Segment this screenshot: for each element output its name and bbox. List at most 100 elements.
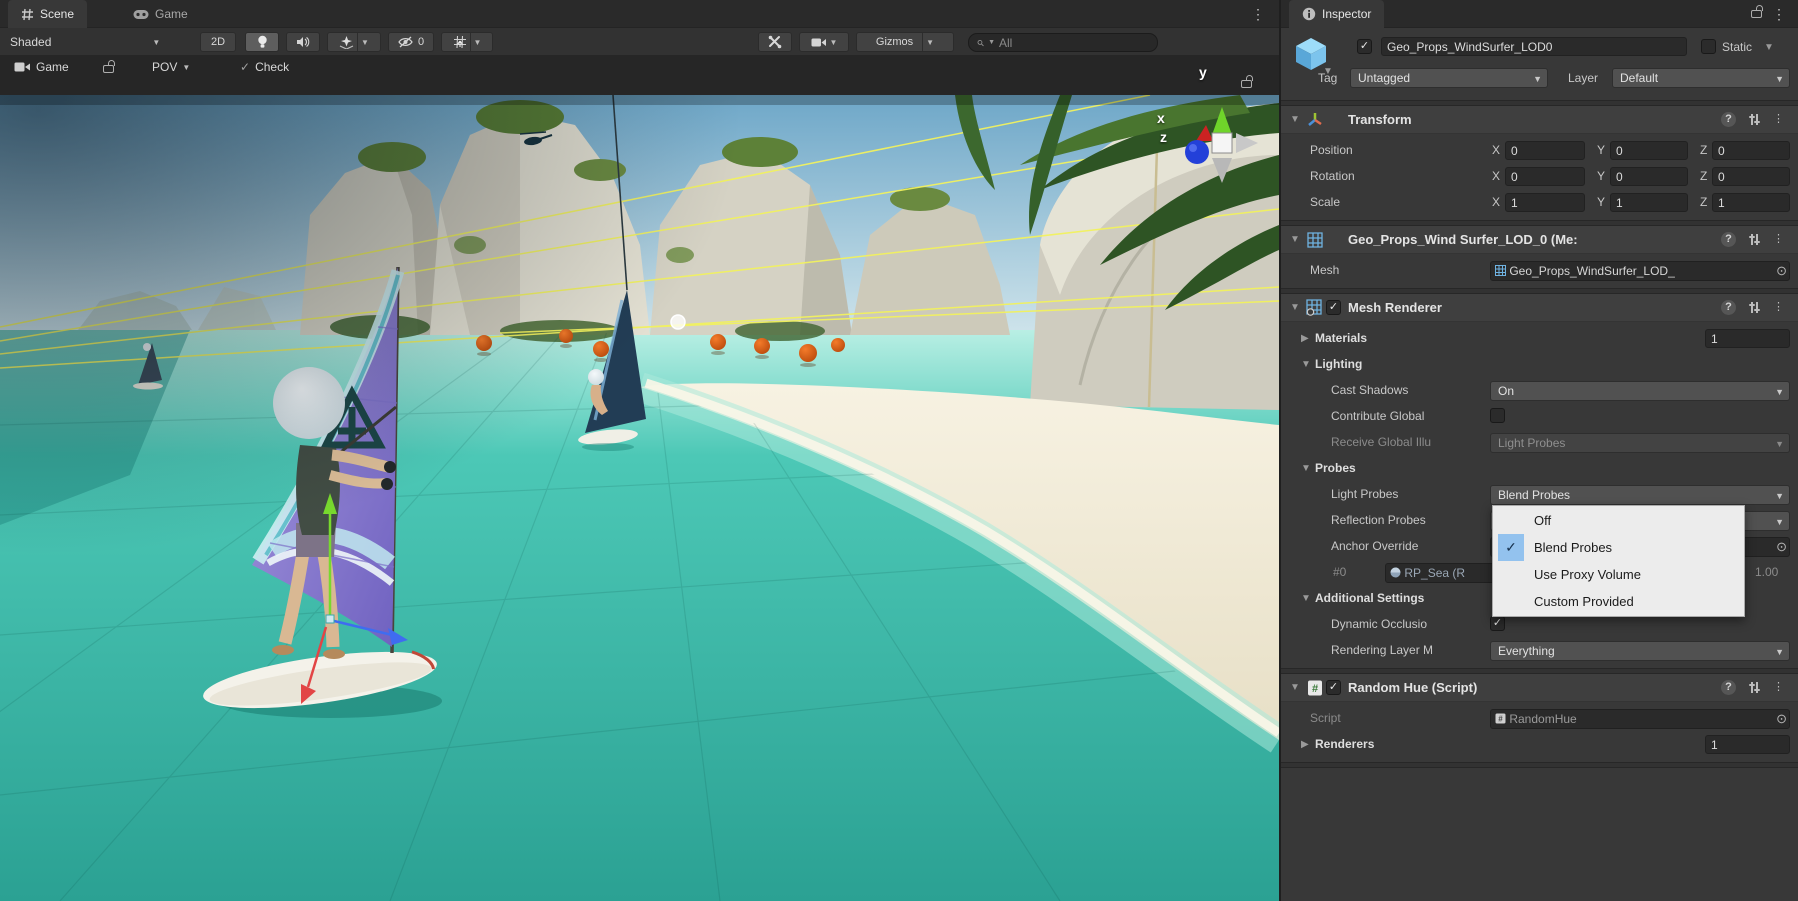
menu-item-off[interactable]: Off bbox=[1493, 507, 1744, 534]
foldout-icon[interactable]: ▼ bbox=[1290, 302, 1300, 313]
scene-search-field[interactable]: ▼ bbox=[968, 33, 1158, 52]
object-picker-icon[interactable]: ⊙ bbox=[1776, 538, 1787, 556]
cast-shadows-dropdown[interactable]: On ▼ bbox=[1490, 381, 1790, 401]
chevron-down-icon: ▼ bbox=[1775, 383, 1784, 401]
foldout-open-icon[interactable]: ▼ bbox=[1301, 359, 1311, 370]
static-checkbox[interactable] bbox=[1701, 39, 1716, 54]
light-probes-dropdown[interactable]: Blend Probes ▼ bbox=[1490, 485, 1790, 505]
gizmo-axis-y-label[interactable]: y bbox=[1199, 64, 1207, 80]
overlay-check-toggle[interactable]: ✓ Check bbox=[240, 57, 289, 77]
mesh-renderer-header[interactable]: ▼ ✓ Mesh Renderer ? ⋮ bbox=[1281, 294, 1798, 322]
object-picker-icon[interactable]: ⊙ bbox=[1776, 262, 1787, 280]
contribute-gi-checkbox[interactable] bbox=[1490, 408, 1505, 423]
mesh-renderer-enabled-checkbox[interactable]: ✓ bbox=[1326, 300, 1341, 315]
presets-icon[interactable] bbox=[1747, 112, 1762, 127]
hidden-objects-button[interactable]: 0 bbox=[388, 32, 434, 52]
chevron-down-icon: ▼ bbox=[926, 38, 934, 47]
editor-tools-button[interactable] bbox=[758, 32, 792, 52]
scene-effects-button[interactable]: ▼ bbox=[327, 32, 381, 52]
tab-inspector[interactable]: Inspector bbox=[1289, 0, 1384, 28]
component-menu-icon[interactable]: ⋮ bbox=[1771, 300, 1786, 315]
script-row: Script # RandomHue ⊙ bbox=[1281, 706, 1798, 732]
overlay-pov-dropdown[interactable]: POV ▼ bbox=[152, 57, 190, 77]
probes-foldout-row[interactable]: ▼ Probes bbox=[1281, 456, 1798, 482]
transform-header[interactable]: ▼ Transform ? ⋮ bbox=[1281, 106, 1798, 134]
chevron-down-icon: ▼ bbox=[1775, 70, 1784, 88]
mesh-object-field[interactable]: Geo_Props_WindSurfer_LOD_ ⊙ bbox=[1490, 261, 1790, 281]
scene-audio-button[interactable] bbox=[286, 32, 320, 52]
presets-icon[interactable] bbox=[1747, 680, 1762, 695]
tab-game[interactable]: Game bbox=[120, 0, 201, 28]
renderers-row[interactable]: ▶ Renderers bbox=[1281, 732, 1798, 758]
menu-item-label: Off bbox=[1534, 513, 1551, 528]
object-picker-icon[interactable]: ⊙ bbox=[1776, 710, 1787, 728]
foldout-closed-icon[interactable]: ▶ bbox=[1301, 739, 1309, 750]
rotation-y-field[interactable] bbox=[1610, 167, 1688, 186]
random-hue-header[interactable]: ▼ # ✓ Random Hue (Script) ? ⋮ bbox=[1281, 674, 1798, 702]
axis-z-label: Z bbox=[1700, 169, 1707, 183]
foldout-icon[interactable]: ▼ bbox=[1290, 682, 1300, 693]
rendering-layer-dropdown[interactable]: Everything ▼ bbox=[1490, 641, 1790, 661]
foldout-icon[interactable]: ▼ bbox=[1290, 234, 1300, 245]
help-icon[interactable]: ? bbox=[1721, 232, 1736, 247]
static-dropdown-arrow[interactable]: ▼ bbox=[1764, 42, 1774, 53]
scene-panel-menu-icon[interactable]: ⋮ bbox=[1251, 6, 1265, 23]
light-probes-value: Blend Probes bbox=[1498, 488, 1570, 502]
unlock-icon[interactable] bbox=[103, 65, 114, 73]
foldout-open-icon[interactable]: ▼ bbox=[1301, 593, 1311, 604]
gameobject-name-field[interactable] bbox=[1381, 37, 1687, 56]
gizmo-axis-z-label[interactable]: z bbox=[1160, 129, 1167, 145]
component-menu-icon[interactable]: ⋮ bbox=[1771, 112, 1786, 127]
camera-settings-button[interactable]: ▼ bbox=[799, 32, 849, 52]
help-icon[interactable]: ? bbox=[1721, 112, 1736, 127]
position-y-field[interactable] bbox=[1610, 141, 1688, 160]
scale-y-field[interactable] bbox=[1610, 193, 1688, 212]
scene-viewport[interactable] bbox=[0, 95, 1279, 901]
gizmo-axis-x-label[interactable]: x bbox=[1157, 110, 1165, 126]
component-menu-icon[interactable]: ⋮ bbox=[1771, 232, 1786, 247]
scale-x-field[interactable] bbox=[1505, 193, 1585, 212]
menu-item-use-proxy-volume[interactable]: Use Proxy Volume bbox=[1493, 561, 1744, 588]
rotation-z-field[interactable] bbox=[1712, 167, 1790, 186]
presets-icon[interactable] bbox=[1747, 232, 1762, 247]
inspector-unlock-icon[interactable] bbox=[1751, 10, 1762, 18]
rotation-x-field[interactable] bbox=[1505, 167, 1585, 186]
help-icon[interactable]: ? bbox=[1721, 300, 1736, 315]
foldout-icon[interactable]: ▼ bbox=[1290, 114, 1300, 125]
foldout-closed-icon[interactable]: ▶ bbox=[1301, 333, 1309, 344]
grid-snap-button[interactable]: ▼ bbox=[441, 32, 493, 52]
scene-search-input[interactable] bbox=[999, 36, 1149, 50]
menu-item-blend-probes[interactable]: ✓ Blend Probes bbox=[1493, 534, 1744, 561]
scale-z-field[interactable] bbox=[1712, 193, 1790, 212]
component-menu-icon[interactable]: ⋮ bbox=[1771, 680, 1786, 695]
materials-count-field[interactable] bbox=[1705, 329, 1790, 348]
dynamic-occlusion-checkbox[interactable]: ✓ bbox=[1490, 616, 1505, 631]
tag-dropdown[interactable]: Untagged ▼ bbox=[1350, 68, 1548, 88]
mesh-filter-header[interactable]: ▼ Geo_Props_Wind Surfer_LOD_0 (Me: ? ⋮ bbox=[1281, 226, 1798, 254]
help-icon[interactable]: ? bbox=[1721, 680, 1736, 695]
position-label: Position bbox=[1310, 143, 1353, 157]
toggle-2d-button[interactable]: 2D bbox=[200, 32, 236, 52]
shading-mode-dropdown[interactable]: Shaded ▼ bbox=[10, 32, 160, 52]
lighting-foldout-row[interactable]: ▼ Lighting bbox=[1281, 352, 1798, 378]
position-x-field[interactable] bbox=[1505, 141, 1585, 160]
gizmo-unlock-icon[interactable] bbox=[1241, 80, 1252, 88]
scale-row: Scale X Y Z bbox=[1281, 190, 1798, 216]
position-z-field[interactable] bbox=[1712, 141, 1790, 160]
reflection-probe-icon bbox=[1390, 567, 1401, 578]
cast-shadows-value: On bbox=[1498, 384, 1514, 398]
tab-scene[interactable]: Scene bbox=[8, 0, 87, 28]
presets-icon[interactable] bbox=[1747, 300, 1762, 315]
inspector-menu-icon[interactable]: ⋮ bbox=[1772, 6, 1786, 23]
gameobject-active-checkbox[interactable]: ✓ bbox=[1357, 39, 1372, 54]
overlay-game-button[interactable]: Game bbox=[14, 57, 69, 77]
materials-row[interactable]: ▶ Materials bbox=[1281, 326, 1798, 352]
scene-lighting-button[interactable] bbox=[245, 32, 279, 52]
foldout-open-icon[interactable]: ▼ bbox=[1301, 463, 1311, 474]
layer-dropdown[interactable]: Default ▼ bbox=[1612, 68, 1790, 88]
gizmos-dropdown[interactable]: Gizmos ▼ bbox=[856, 32, 954, 52]
renderers-count-field[interactable] bbox=[1705, 735, 1790, 754]
menu-item-custom-provided[interactable]: Custom Provided bbox=[1493, 588, 1744, 615]
random-hue-enabled-checkbox[interactable]: ✓ bbox=[1326, 680, 1341, 695]
mesh-value: Geo_Props_WindSurfer_LOD_ bbox=[1509, 264, 1674, 278]
